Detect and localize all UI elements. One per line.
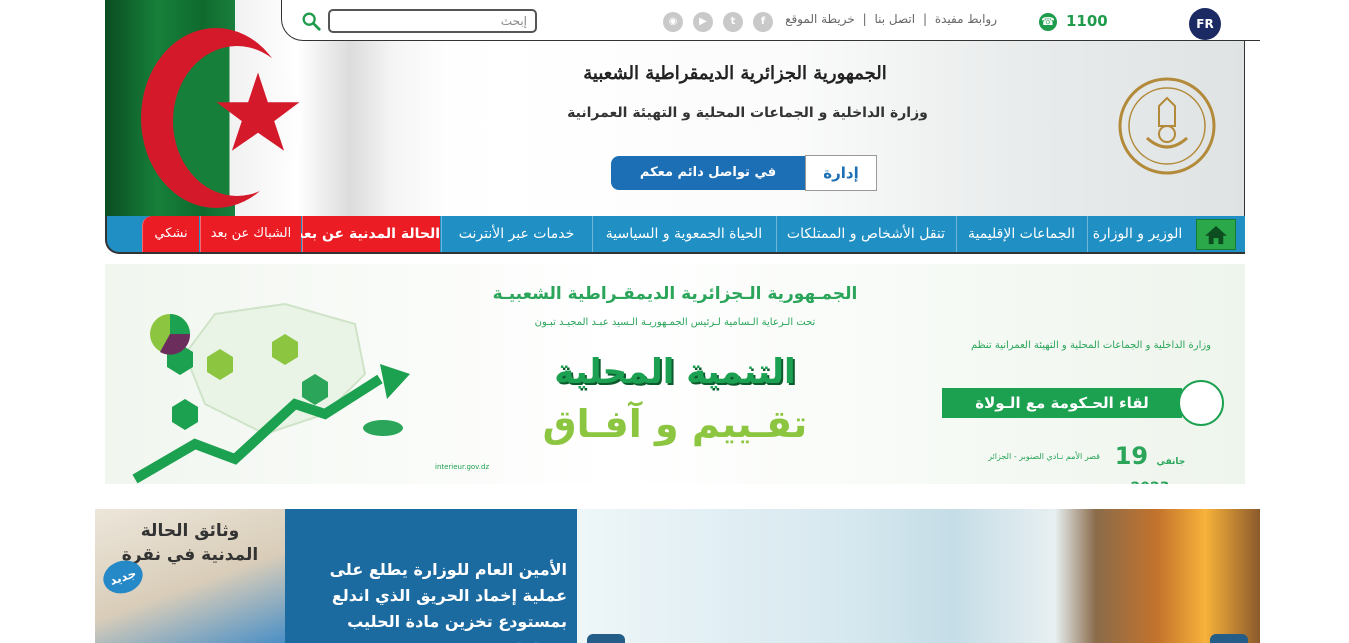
algeria-map-illustration (132, 302, 410, 484)
facebook-icon[interactable]: f (753, 12, 773, 32)
slider-next-button[interactable] (1210, 634, 1248, 643)
slogan-banner: في تواصل دائم معكم إدارة (611, 155, 877, 191)
ministry-title: وزارة الداخلية و الجماعات المحلية و الته… (567, 105, 928, 121)
search-input[interactable] (328, 9, 537, 33)
link-separator: | (862, 12, 867, 26)
banner-organizer: وزارة الداخلية و الجماعات المحلية و الته… (971, 340, 1211, 351)
link-contact[interactable]: اتصل بنا (875, 12, 916, 26)
search-icon[interactable] (300, 10, 322, 32)
top-bar: FR ☎ 1100 روابط مفيدة | اتصل بنا | خريطة… (281, 0, 1260, 41)
news-caption-box[interactable]: الأمين العام للوزارة يطلع على عملية إخما… (285, 509, 577, 643)
news-section: وثائق الحالة المدنية في نقرة جديد الأمين… (95, 509, 1260, 643)
banner-title: الجمـهورية الـجزائرية الديمقـراطية الشعب… (492, 284, 858, 304)
link-sitemap[interactable]: خريطة الموقع (785, 12, 855, 26)
news-photo[interactable] (577, 509, 1260, 643)
phone-number-text: 1100 (1066, 12, 1108, 30)
banner-date-month: جانفي (1156, 457, 1186, 467)
banner-date-year: 2023 (1131, 480, 1170, 484)
top-links: روابط مفيدة | اتصل بنا | خريطة الموقع (785, 12, 999, 30)
link-useful[interactable]: روابط مفيدة (935, 12, 997, 26)
home-icon (1205, 226, 1227, 245)
banner-meeting: لقاء الحـكومة مع الـولاة (942, 388, 1182, 418)
link-separator: | (922, 12, 927, 26)
nav-item-minister[interactable]: الوزير و الوزارة (1087, 216, 1187, 252)
flag-star-icon (216, 72, 300, 151)
slogan-text: في تواصل دائم معكم (611, 156, 819, 190)
meeting-logo-icon (1178, 380, 1224, 426)
rss-icon[interactable]: ◉ (663, 12, 683, 32)
news-headline[interactable]: الأمين العام للوزارة يطلع على عملية إخما… (295, 557, 567, 643)
youtube-icon[interactable]: ▶ (693, 12, 713, 32)
nav-item-political-life[interactable]: الحياة الجمعوية و السياسية (592, 216, 775, 252)
nav-item-remote-counter[interactable]: الشباك عن بعد (200, 216, 301, 252)
banner-place: قصر الأمم نـادي الصنوبر - الجزائر (988, 452, 1100, 461)
nav-item-civil-status[interactable]: الحالة المدنية عن بعد (296, 216, 440, 252)
twitter-icon[interactable]: t (723, 12, 743, 32)
nav-item-mobility[interactable]: تنقل الأشخاص و الممتلكات (776, 216, 955, 252)
banner-site: interieur.gov.dz (435, 463, 490, 471)
event-banner[interactable]: الجمـهورية الـجزائرية الديمقـراطية الشعب… (105, 264, 1245, 484)
phone-icon: ☎ (1039, 13, 1057, 31)
slogan-word: إدارة (805, 155, 877, 191)
national-emblem-icon[interactable] (1117, 76, 1217, 176)
slider-prev-button[interactable] (587, 634, 625, 643)
page: FR ☎ 1100 روابط مفيدة | اتصل بنا | خريطة… (0, 0, 1349, 643)
civil-status-promo[interactable]: وثائق الحالة المدنية في نقرة جديد (95, 509, 285, 643)
banner-date-day: 19 (1114, 442, 1149, 470)
nav-item-online-services[interactable]: خدمات عبر الأنترنت (441, 216, 591, 252)
promo-title: وثائق الحالة المدنية في نقرة (121, 521, 259, 565)
banner-main-line1: التنمية المحلية (554, 352, 796, 392)
nav-item-complaint[interactable]: نشكي (142, 216, 199, 252)
nav-home-button[interactable] (1196, 219, 1236, 250)
site-header: FR ☎ 1100 روابط مفيدة | اتصل بنا | خريطة… (105, 0, 1260, 254)
banner-main-line2: تقـييم و آفـاق (542, 402, 808, 446)
republic-title: الجمهورية الجزائرية الديمقراطية الشعبية (583, 63, 887, 84)
nav-item-territorial[interactable]: الجماعات الإقليمية (956, 216, 1086, 252)
lang-fr-button[interactable]: FR (1189, 8, 1221, 40)
banner-subtitle: تحت الـرعاية الـسامية لـرئيس الجمـهوريـة… (534, 317, 816, 328)
main-nav: الوزير و الوزارة الجماعات الإقليمية تنقل… (105, 216, 1245, 254)
banner-date: 19 جانفي 2023 (1105, 442, 1195, 484)
phone-number: ☎ 1100 (1039, 12, 1119, 34)
